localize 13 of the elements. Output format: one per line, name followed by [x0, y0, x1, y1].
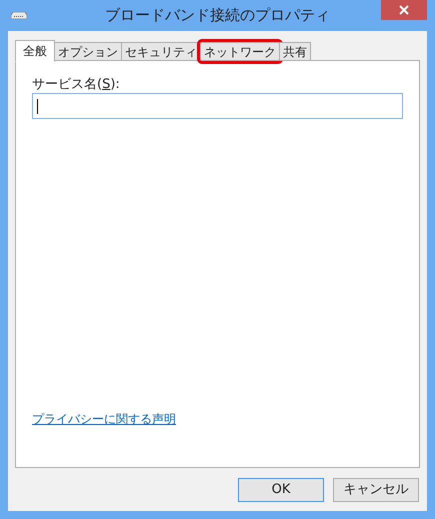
service-name-field[interactable] — [32, 93, 403, 119]
dialog-button[interactable]: OK — [238, 478, 324, 502]
network-adapter-icon — [11, 12, 27, 19]
close-button[interactable] — [381, 0, 427, 20]
dialog-button[interactable]: キャンセル — [333, 478, 419, 502]
tab[interactable]: オプション — [54, 42, 122, 61]
tab[interactable]: 全般 — [15, 40, 55, 62]
tab[interactable]: ネットワーク — [200, 42, 280, 61]
close-icon — [399, 5, 409, 15]
field-label: サービス名(S): — [32, 76, 121, 93]
tab[interactable]: 共有 — [279, 42, 311, 61]
window-title: ブロードバンド接続のプロパティ — [105, 5, 330, 26]
privacy-link[interactable]: プライバシーに関する声明 — [32, 410, 176, 428]
